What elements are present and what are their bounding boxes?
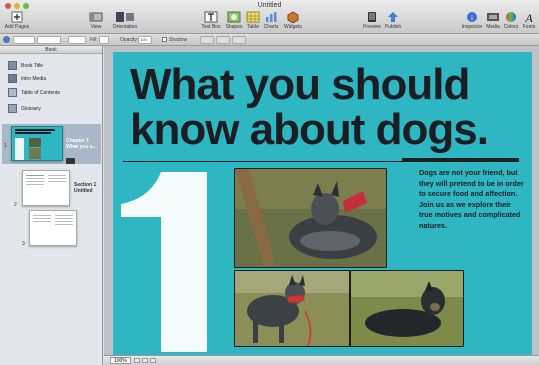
dog-photo-1-image [235, 169, 386, 267]
sidebar-item-glossary[interactable]: Glossary [0, 101, 102, 116]
thumb-number: 3 [22, 241, 25, 247]
publish-arrow-icon [388, 12, 398, 22]
view-icon [89, 12, 103, 22]
thumb-caption-1: Chapter 1 What you s... [66, 138, 97, 150]
thumb-number: 1 [4, 143, 7, 149]
page-canvas: What you should know about dogs. Dogs ar… [104, 46, 539, 355]
svg-text:A: A [524, 11, 533, 23]
previous-page-icon[interactable] [142, 358, 148, 363]
info-icon: i [467, 12, 477, 22]
table-icon [246, 11, 260, 23]
window-title: Untitled [257, 2, 282, 9]
table-of-contents-icon [8, 88, 17, 97]
opacity-field[interactable]: 100 [138, 36, 152, 44]
widgets-icon [287, 11, 299, 23]
preview-device-icon [368, 12, 376, 22]
sidebar-item-table-of-contents[interactable]: Table of Contents [0, 85, 102, 100]
color-wheel-icon [506, 12, 516, 22]
dog-photo-2-image [235, 271, 349, 346]
inspector-button[interactable]: i Inspector [460, 11, 484, 33]
shapes-icon [227, 11, 241, 23]
page-body-text[interactable]: Dogs are not your friend, but they will … [419, 168, 525, 232]
page-title[interactable]: What you should know about dogs. [130, 62, 530, 152]
svg-text:i: i [471, 14, 473, 22]
orientation-icon [116, 12, 134, 22]
style-popup[interactable] [13, 36, 35, 44]
add-page-icon [11, 11, 23, 23]
sidebar-header: Book [0, 46, 102, 54]
sidebar: Book Book Title Intro Media Table of Con… [0, 46, 103, 365]
preview-button[interactable]: Preview [362, 11, 382, 33]
arrange-button-2[interactable] [216, 36, 230, 44]
thumb-caption-2: Section 1 Untitled [74, 182, 97, 194]
orientation-button[interactable]: Orientation [110, 11, 140, 33]
charts-icon [266, 12, 277, 22]
charts-button[interactable]: Charts [262, 11, 280, 33]
thumb-disclosure-icon[interactable] [66, 158, 75, 164]
chapter-number-graphic[interactable] [121, 162, 207, 352]
divider-accent [402, 158, 519, 162]
page-thumbnail-1[interactable] [11, 126, 63, 161]
intro-media-icon [8, 74, 17, 83]
text-box-icon [204, 11, 218, 23]
media-button[interactable]: Media [485, 11, 501, 33]
view-button[interactable]: View [86, 11, 106, 33]
app-window: Untitled Add Pages View Orientation Text… [0, 0, 539, 365]
toolbar: Untitled Add Pages View Orientation Text… [0, 0, 539, 34]
book-page[interactable]: What you should know about dogs. Dogs ar… [113, 52, 532, 355]
publish-button[interactable]: Publish [383, 11, 403, 33]
font-icon: A [524, 11, 533, 23]
arrange-button-1[interactable] [200, 36, 214, 44]
page-thumbnail-2[interactable] [22, 170, 70, 206]
opacity-label: Opacity: [120, 37, 139, 43]
shadow-label: Shadow [169, 37, 188, 43]
fill-label: Fill: [90, 37, 98, 43]
book-title-icon [8, 61, 17, 70]
media-icon [487, 13, 499, 21]
dog-photo-2[interactable] [234, 270, 350, 347]
dog-photo-3-image [351, 271, 463, 346]
zoom-popup[interactable]: 100% [110, 357, 131, 364]
shapes-button[interactable]: Shapes [224, 11, 244, 33]
next-page-icon[interactable] [150, 358, 156, 363]
arrange-button-3[interactable] [232, 36, 246, 44]
style-popup-2[interactable] [37, 36, 61, 44]
table-button[interactable]: Table [245, 11, 261, 33]
page-thumbnail-3[interactable] [29, 210, 77, 246]
widgets-button[interactable]: Widgets [282, 11, 304, 33]
fill-color-well[interactable] [99, 36, 109, 44]
zoom-stepper-icon[interactable] [134, 358, 140, 363]
dog-photo-1[interactable] [234, 168, 387, 268]
shadow-checkbox[interactable] [162, 37, 167, 42]
line-style-popup[interactable] [68, 36, 86, 44]
add-pages-button[interactable]: Add Pages [4, 11, 30, 33]
sidebar-item-intro-media[interactable]: Intro Media [0, 71, 102, 86]
style-icon[interactable] [3, 36, 10, 43]
dog-photo-3[interactable] [350, 270, 464, 347]
glossary-icon [8, 104, 17, 113]
colors-button[interactable]: Colors [503, 11, 519, 33]
fonts-button[interactable]: A Fonts [521, 11, 537, 33]
format-bar: Fill: Opacity: 100 Shadow [0, 34, 539, 46]
thumb-number: 2 [14, 202, 17, 208]
status-bar: 100% [104, 355, 539, 365]
text-box-button[interactable]: Text Box [200, 11, 222, 33]
